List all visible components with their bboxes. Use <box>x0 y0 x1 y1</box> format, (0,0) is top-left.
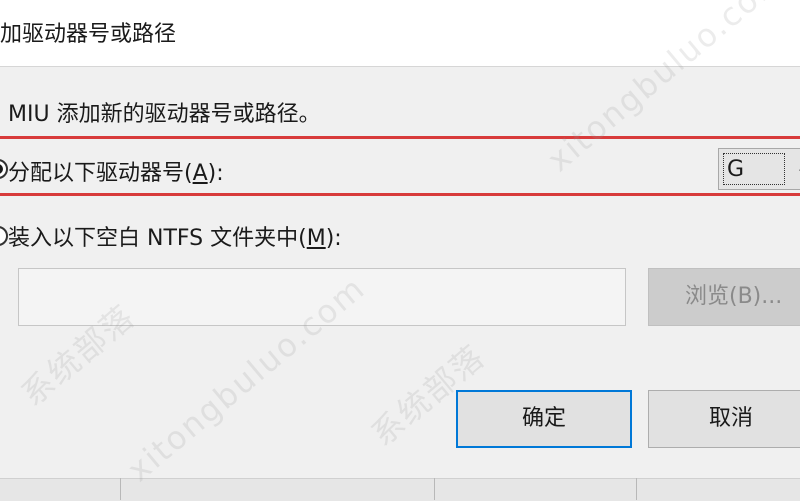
ok-button[interactable]: 确定 <box>456 390 632 448</box>
mount-access-key: M <box>306 226 326 251</box>
window-title: 加驱动器号或路径 <box>0 22 177 47</box>
assign-label-suffix: ): <box>207 161 224 186</box>
strip-divider <box>636 478 637 500</box>
mount-label-suffix: ): <box>325 226 342 251</box>
mount-folder-radio[interactable] <box>0 226 8 246</box>
folder-path-input[interactable] <box>18 268 626 326</box>
cancel-button[interactable]: 取消 <box>648 390 800 448</box>
strip-divider <box>120 478 121 500</box>
mount-label-prefix: 装入以下空白 NTFS 文件夹中( <box>8 226 307 251</box>
dialog-description: MIU 添加新的驱动器号或路径。 <box>8 102 321 127</box>
assign-label-prefix: 分配以下驱动器号( <box>8 161 193 186</box>
assign-access-key: A <box>192 161 208 186</box>
assign-drive-label[interactable]: 分配以下驱动器号(A): <box>8 155 224 187</box>
browse-button[interactable]: 浏览(B)... <box>648 268 800 326</box>
chevron-down-icon: ⌄ <box>795 155 800 179</box>
title-bar: 加驱动器号或路径 <box>0 0 800 67</box>
drive-letter-dropdown[interactable]: G ⌄ <box>718 148 800 190</box>
drive-letter-value: G <box>727 157 745 182</box>
strip-divider <box>434 478 435 500</box>
mount-folder-label[interactable]: 装入以下空白 NTFS 文件夹中(M): <box>8 220 342 252</box>
